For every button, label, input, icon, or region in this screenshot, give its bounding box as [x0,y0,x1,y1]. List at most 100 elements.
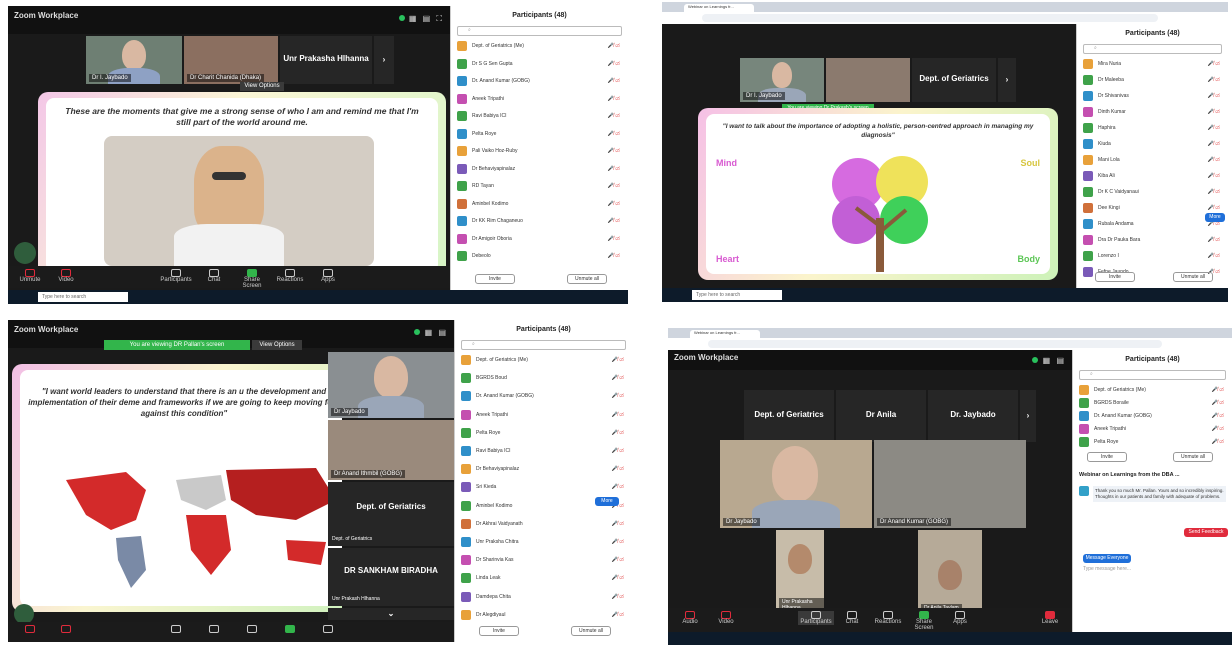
muted-mic-camera-icon[interactable]: 🎤̸ ▭̸ [1208,237,1220,243]
participant-row[interactable]: Dr Maleeba 🎤̸ ▭̸ [1083,74,1222,86]
address-bar[interactable] [702,14,1158,22]
apps-button[interactable]: Apps [942,611,978,625]
reactions-button[interactable] [234,625,270,633]
participant-row[interactable]: Dr K C Vaidyanaui 🎤̸ ▭̸ [1083,186,1222,198]
muted-mic-camera-icon[interactable]: 🎤̸ ▭̸ [612,521,624,527]
reactions-button[interactable]: Reactions [272,269,308,283]
muted-mic-camera-icon[interactable]: 🎤̸ ▭̸ [612,430,624,436]
video-button[interactable] [48,625,84,633]
video-tile[interactable]: Dr I. Jaybado [740,58,824,102]
muted-mic-camera-icon[interactable]: 🎤̸ ▭̸ [608,236,620,242]
muted-mic-camera-icon[interactable]: 🎤̸ ▭̸ [608,253,620,259]
name-tile[interactable]: Dept. of Geriatrics [912,58,996,102]
invite-button[interactable]: Invite [475,274,515,284]
apps-button[interactable]: Apps [310,269,346,283]
participant-row[interactable]: Sri Kieda 🎤̸ ▭̸ [461,481,626,493]
reaction-icon[interactable] [14,604,34,624]
audio-button[interactable]: Audio [672,611,708,625]
participant-search-input[interactable]: ⌕ [457,26,622,36]
name-tile[interactable]: Dr. Jaybado [928,390,1018,442]
next-page-arrow-icon[interactable]: › [998,58,1016,102]
participant-row[interactable]: Dr. Anand Kumar (GOBG) 🎤̸ ▭̸ [461,390,626,402]
taskbar-search[interactable]: Type here to search [692,290,782,300]
muted-mic-camera-icon[interactable]: 🎤̸ ▭̸ [612,448,624,454]
participant-row[interactable]: Kiuda 🎤̸ ▭̸ [1083,138,1222,150]
muted-mic-camera-icon[interactable]: 🎤̸ ▭̸ [608,218,620,224]
muted-mic-camera-icon[interactable]: 🎤̸ ▭̸ [612,393,624,399]
participant-row[interactable]: Pelta Roye 🎤̸ ▭̸ [461,427,626,439]
leave-button[interactable]: Leave [1032,611,1068,625]
participant-row[interactable]: Dinth Kumar 🎤̸ ▭̸ [1083,106,1222,118]
unmute-all-button[interactable]: Unmute all [567,274,607,284]
video-tile[interactable]: Dr I. Jaybado [86,36,182,84]
participant-row[interactable]: BGRDS Boud 🎤̸ ▭̸ [461,372,626,384]
participant-row[interactable]: Dr Behaviyapinalaz 🎤̸ ▭̸ [457,163,622,175]
unmute-all-button[interactable]: Unmute all [571,626,611,636]
more-button[interactable]: More [1205,213,1225,222]
muted-mic-camera-icon[interactable]: 🎤̸ ▭̸ [1208,189,1220,195]
participant-row[interactable]: Dr Sharinvia Kas 🎤̸ ▭̸ [461,554,626,566]
participant-row[interactable]: Dr Amigoir Oboria 🎤̸ ▭̸ [457,233,622,245]
video-tile[interactable]: Unr Prakasha Hlhanna [776,530,824,614]
scroll-down-chevron-icon[interactable]: ⌄ [328,608,454,620]
muted-mic-camera-icon[interactable]: 🎤̸ ▭̸ [1208,157,1220,163]
browser-tab[interactable]: Webinar on Learnings fr... [690,330,760,338]
participant-row[interactable]: Haphira 🎤̸ ▭̸ [1083,122,1222,134]
share-screen-button[interactable]: Share Screen [906,611,942,631]
muted-mic-camera-icon[interactable]: 🎤̸ ▭̸ [1208,61,1220,67]
next-page-arrow-icon[interactable]: › [1020,390,1036,442]
video-button[interactable]: Video [708,611,744,625]
muted-mic-camera-icon[interactable]: 🎤̸ ▭̸ [612,594,624,600]
name-tile[interactable]: Dept. of Geriatrics [744,390,834,442]
muted-mic-camera-icon[interactable]: 🎤̸ ▭̸ [612,575,624,581]
participant-row[interactable]: Dra Dr Pauka Bara 🎤̸ ▭̸ [1083,234,1222,246]
muted-mic-camera-icon[interactable]: 🎤̸ ▭̸ [1208,109,1220,115]
address-bar[interactable] [708,340,1162,348]
invite-button[interactable]: Invite [1095,272,1135,282]
participant-row[interactable]: Dee Kingi 🎤̸ ▭̸ [1083,202,1222,214]
unmute-button[interactable] [12,625,48,633]
participant-row[interactable]: Linda Leak 🎤̸ ▭̸ [461,572,626,584]
muted-mic-camera-icon[interactable]: 🎤̸ ▭̸ [1208,173,1220,179]
participant-row[interactable]: Rubala Andama 🎤̸ ▭̸ [1083,218,1222,230]
participant-row[interactable]: Aneek Tripathi 🎤̸ ▭̸ [457,93,622,105]
name-tile[interactable]: DR SANKHAM BIRADHA Unr Prakash Hlhanna [328,548,454,606]
participant-row[interactable]: BGRDS Boraile 🎤̸ ▭̸ [1079,397,1226,409]
muted-mic-camera-icon[interactable]: 🎤̸ ▭̸ [1208,77,1220,83]
muted-mic-camera-icon[interactable]: 🎤̸ ▭̸ [1208,125,1220,131]
message-recipient-button[interactable]: Message Everyone [1083,554,1131,563]
participant-row[interactable]: Dept. of Geriatrics (Me) 🎤̸ ▭̸ [461,354,626,366]
participant-row[interactable]: Dr. Anand Kumar (GOBG) 🎤̸ ▭̸ [457,75,622,87]
video-tile[interactable]: Dr Jaybado [720,440,872,528]
unmute-button[interactable]: Unmute [12,269,48,283]
muted-mic-camera-icon[interactable]: 🎤̸ ▭̸ [608,131,620,137]
muted-mic-camera-icon[interactable]: 🎤̸ ▭̸ [608,166,620,172]
muted-mic-camera-icon[interactable]: 🎤̸ ▭̸ [608,183,620,189]
participant-row[interactable]: Dept. of Geriatrics (Me) 🎤̸ ▭̸ [457,40,622,52]
video-tile[interactable]: Dr Anand Ithmbil (GOBG) [328,420,454,480]
participant-row[interactable]: Dr S G Sen Gupta 🎤̸ ▭̸ [457,58,622,70]
chat-input[interactable]: Type message here... [1083,566,1131,572]
participant-search-input[interactable]: ⌕ [1079,370,1226,380]
muted-mic-camera-icon[interactable]: 🎤̸ ▭̸ [612,357,624,363]
chat-button[interactable]: Chat [196,269,232,283]
participant-row[interactable]: Dr Alegdiyaul 🎤̸ ▭̸ [461,609,626,621]
next-page-arrow-icon[interactable]: › [374,36,394,84]
muted-mic-camera-icon[interactable]: 🎤̸ ▭̸ [608,201,620,207]
participant-row[interactable]: Damdepa Chita 🎤̸ ▭̸ [461,591,626,603]
invite-button[interactable]: Invite [1087,452,1127,462]
participant-row[interactable]: Dr KK Rim Chaganeuo 🎤̸ ▭̸ [457,215,622,227]
participant-row[interactable]: Lorenzo I 🎤̸ ▭̸ [1083,250,1222,262]
muted-mic-camera-icon[interactable]: 🎤̸ ▭̸ [1208,205,1220,211]
participant-row[interactable]: Dr Akhrai Vaidyanath 🎤̸ ▭̸ [461,518,626,530]
share-screen-button[interactable]: Share Screen [234,269,270,289]
participant-row[interactable]: RD Tayan 🎤̸ ▭̸ [457,180,622,192]
muted-mic-camera-icon[interactable]: 🎤̸ ▭̸ [608,113,620,119]
muted-mic-camera-icon[interactable]: 🎤̸ ▭̸ [1212,400,1224,406]
unmute-all-button[interactable]: Unmute all [1173,452,1213,462]
participant-row[interactable]: Mira Nuria 🎤̸ ▭̸ [1083,58,1222,70]
participant-row[interactable]: Kiba Ali 🎤̸ ▭̸ [1083,170,1222,182]
muted-mic-camera-icon[interactable]: 🎤̸ ▭̸ [608,61,620,67]
participant-row[interactable]: Pelta Roye 🎤̸ ▭̸ [1079,436,1226,448]
view-tools[interactable]: ▦ ▤ [414,328,448,337]
